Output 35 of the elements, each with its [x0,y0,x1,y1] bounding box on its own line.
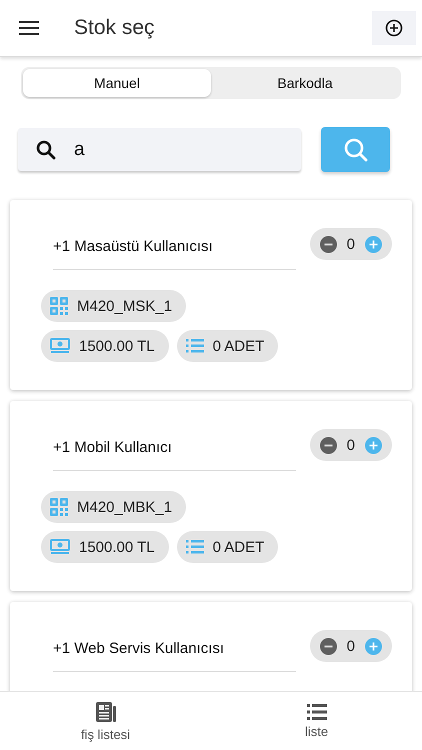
add-icon [385,19,403,37]
product-amount: 0 ADET [212,538,264,556]
minus-icon[interactable] [320,436,337,454]
list-icon [306,704,326,720]
add-button[interactable] [372,11,416,45]
menu-icon[interactable] [19,21,39,35]
minus-icon[interactable] [320,236,337,252]
newspaper-icon [94,700,116,722]
quantity-value: 0 [346,236,355,252]
nav-tab[interactable]: liste [211,692,422,750]
minus-icon[interactable] [320,638,337,654]
list-icon [186,540,204,554]
product-name: +1 Web Servis Kullanıcısı [53,630,296,672]
qr-code-icon [50,297,68,315]
product-amount: 0 ADET [212,338,264,354]
search-icon [342,136,368,162]
qr-code-icon [50,498,68,516]
search-text: a [74,138,86,160]
list-icon [186,339,204,353]
search-field[interactable]: a [18,128,301,171]
product-price: 1500.00 TL [79,538,155,556]
search-icon [36,140,56,160]
quantity-value: 0 [346,436,355,454]
product-code: M420_MBK_1 [77,498,172,516]
nav-tab[interactable]: fiş listesi [0,692,211,750]
money-icon [50,539,70,555]
segment-tab[interactable]: Barkodla [211,69,399,97]
product-name: +1 Mobil Kullanıcı [53,429,296,471]
product-name: +1 Masaüstü Kullanıcısı [53,228,296,270]
money-icon [50,338,70,354]
quantity-value: 0 [346,638,355,654]
product-price: 1500.00 TL [79,338,155,354]
product-code: M420_MSK_1 [77,298,172,314]
segment-tab[interactable]: Manuel [23,69,211,97]
page-title: Stok seç [74,16,156,40]
